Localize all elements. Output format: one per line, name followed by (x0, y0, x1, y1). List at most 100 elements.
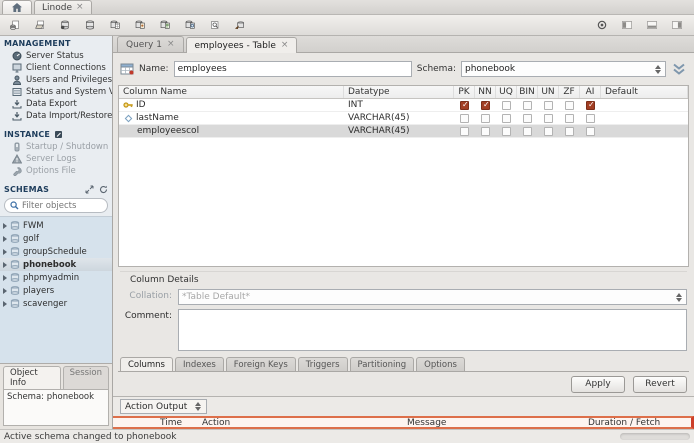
zf-checkbox[interactable] (565, 100, 574, 110)
bin-checkbox[interactable] (523, 126, 532, 136)
expander-caret-icon[interactable] (3, 235, 7, 242)
tab-columns[interactable]: Columns (120, 357, 173, 371)
header-pk[interactable]: PK (454, 86, 475, 98)
stepper-icon[interactable] (193, 401, 202, 413)
nn-checkbox[interactable] (481, 113, 490, 123)
tab-object-info[interactable]: Object Info (3, 366, 61, 389)
create-procedure-button[interactable] (154, 16, 176, 34)
un-checkbox[interactable] (544, 100, 553, 110)
create-table-button[interactable] (104, 16, 126, 34)
sidebar-item-client-connections[interactable]: Client Connections (0, 62, 112, 74)
uq-checkbox[interactable] (502, 113, 511, 123)
close-icon[interactable] (167, 40, 175, 49)
expander-caret-icon[interactable] (3, 300, 7, 307)
stepper-icon[interactable] (653, 63, 662, 75)
refresh-schemas-icon[interactable] (98, 184, 108, 194)
column-datatype[interactable]: VARCHAR(45) (344, 112, 454, 124)
schema-item-phonebook[interactable]: phonebook (0, 258, 112, 271)
expander-caret-icon[interactable] (3, 248, 7, 255)
tab-options[interactable]: Options (416, 357, 465, 371)
zf-checkbox[interactable] (565, 113, 574, 123)
column-default[interactable] (601, 112, 688, 124)
column-row-lastname[interactable]: lastName VARCHAR(45) (119, 112, 688, 125)
uq-checkbox[interactable] (502, 126, 511, 136)
column-row-id[interactable]: ID INT (119, 99, 688, 112)
table-name-input[interactable] (173, 61, 412, 77)
sidebar-item-options-file[interactable]: Options File (0, 165, 112, 177)
collation-dropdown[interactable]: *Table Default* (178, 289, 687, 305)
header-nn[interactable]: NN (475, 86, 496, 98)
header-bin[interactable]: BIN (517, 86, 538, 98)
create-schema-button[interactable] (54, 16, 76, 34)
sidebar-item-system-variables[interactable]: Status and System Variables (0, 86, 112, 98)
pk-checkbox[interactable] (460, 113, 469, 123)
schema-item-groupschedule[interactable]: groupSchedule (0, 245, 112, 258)
pk-checkbox[interactable] (460, 126, 469, 136)
ai-checkbox[interactable] (586, 126, 595, 136)
ai-checkbox[interactable] (586, 113, 595, 123)
sidebar-item-server-logs[interactable]: Server Logs (0, 153, 112, 165)
apply-button[interactable]: Apply (571, 375, 625, 393)
nn-checkbox[interactable] (481, 126, 490, 136)
schema-item-fwm[interactable]: FWM (0, 219, 112, 232)
column-default[interactable] (601, 125, 688, 137)
expander-caret-icon[interactable] (3, 287, 7, 294)
output-header-action[interactable]: Action (199, 418, 404, 428)
expand-form-chevron-icon[interactable] (671, 62, 687, 76)
output-selector-dropdown[interactable]: Action Output (120, 399, 208, 414)
header-zf[interactable]: ZF (559, 86, 580, 98)
close-icon[interactable] (76, 3, 84, 12)
un-checkbox[interactable] (544, 113, 553, 123)
column-row-employeescol[interactable]: employeescol VARCHAR(45) (119, 125, 688, 138)
ai-checkbox[interactable] (586, 100, 595, 110)
tab-foreign-keys[interactable]: Foreign Keys (225, 357, 296, 371)
pk-checkbox[interactable] (460, 100, 469, 110)
expand-schemas-icon[interactable] (84, 184, 94, 194)
tab-triggers[interactable]: Triggers (297, 357, 348, 371)
tab-session[interactable]: Session (62, 366, 109, 389)
close-icon[interactable] (281, 41, 289, 50)
schema-filter-input[interactable] (22, 200, 102, 211)
tab-partitioning[interactable]: Partitioning (349, 357, 415, 371)
header-un[interactable]: UN (538, 86, 559, 98)
zf-checkbox[interactable] (565, 126, 574, 136)
status-circle-button[interactable] (591, 16, 613, 34)
schema-item-golf[interactable]: golf (0, 232, 112, 245)
toggle-left-sidebar-button[interactable] (616, 16, 638, 34)
tab-employees-table[interactable]: employees - Table (185, 37, 298, 53)
sidebar-item-startup-shutdown[interactable]: Startup / Shutdown (0, 141, 112, 153)
schema-item-players[interactable]: players (0, 284, 112, 297)
stepper-icon[interactable] (674, 291, 683, 303)
expander-caret-icon[interactable] (3, 222, 7, 229)
column-default[interactable] (601, 99, 688, 111)
create-function-button[interactable] (179, 16, 201, 34)
sidebar-item-server-status[interactable]: Server Status (0, 50, 112, 62)
sidebar-item-users-privileges[interactable]: Users and Privileges (0, 74, 112, 86)
nn-checkbox[interactable] (481, 100, 490, 110)
header-default[interactable]: Default (601, 86, 688, 98)
reconnect-server-button[interactable] (229, 16, 251, 34)
sidebar-item-data-import[interactable]: Data Import/Restore (0, 110, 112, 122)
grid-empty-area[interactable] (119, 138, 688, 266)
open-sql-script-button[interactable] (29, 16, 51, 34)
header-ai[interactable]: AI (580, 86, 601, 98)
sidebar-item-data-export[interactable]: Data Export (0, 98, 112, 110)
create-view-button[interactable] (129, 16, 151, 34)
tab-indexes[interactable]: Indexes (174, 357, 224, 371)
output-header-message[interactable]: Message (404, 418, 585, 428)
header-uq[interactable]: UQ (496, 86, 517, 98)
header-datatype[interactable]: Datatype (344, 86, 454, 98)
revert-button[interactable]: Revert (633, 375, 687, 393)
schema-item-phpmyadmin[interactable]: phpmyadmin (0, 271, 112, 284)
expander-caret-icon[interactable] (3, 274, 7, 281)
window-tab-connection[interactable]: Linode (34, 0, 92, 14)
expander-caret-icon[interactable] (3, 261, 7, 268)
comment-textarea[interactable] (178, 309, 687, 351)
un-checkbox[interactable] (544, 126, 553, 136)
search-objects-button[interactable] (204, 16, 226, 34)
column-datatype[interactable]: INT (344, 99, 454, 111)
tab-query-1[interactable]: Query 1 (117, 36, 184, 52)
schema-item-scavenger[interactable]: scavenger (0, 297, 112, 310)
home-tab[interactable] (2, 0, 32, 14)
connect-database-button[interactable] (79, 16, 101, 34)
